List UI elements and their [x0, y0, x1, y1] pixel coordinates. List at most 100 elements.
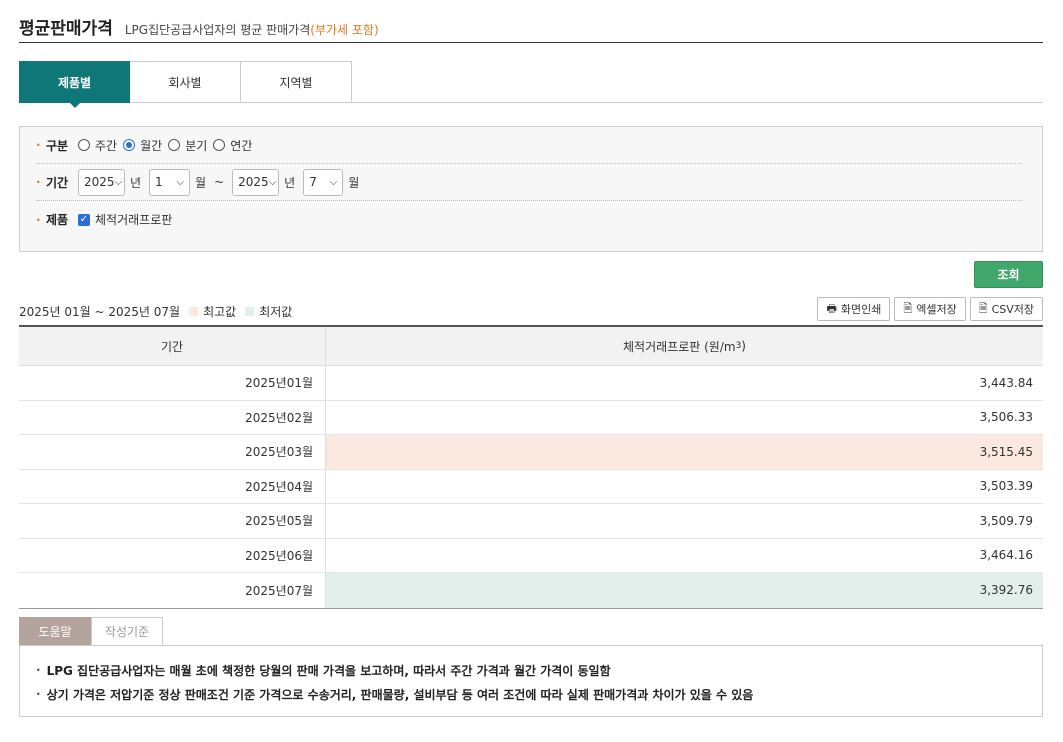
- category-tabs: 제품별 회사별 지역별: [19, 61, 1043, 108]
- help-line-text: LPG 집단공급사업자는 매월 초에 책정한 당월의 판매 가격을 보고하며, …: [46, 663, 611, 678]
- period-cell: 2025년05월: [19, 504, 326, 538]
- print-label: 화면인쇄: [840, 303, 882, 316]
- col-header-value: 체적거래프로판 (원/m 3): [326, 327, 1043, 365]
- legend-min-label: 최저값: [259, 305, 293, 319]
- table-body: 2025년01월 3,443.84 2025년02월 3,506.33 2025년03월…: [19, 366, 1043, 608]
- product-option-label[interactable]: 체적거래프로판: [95, 211, 172, 228]
- value-cell: 3,464.16: [979, 548, 1033, 563]
- file-icon: 🗎: [903, 301, 913, 315]
- chevron-down-icon: ⌵: [329, 176, 338, 188]
- value-cell: 3,443.84: [979, 375, 1033, 390]
- help-content: · LPG 집단공급사업자는 매월 초에 책정한 당월의 판매 가격을 보고하며,…: [19, 645, 1043, 717]
- filter-row-date-range: · 기간 2025 ⌵ 년 1 ⌵ 월 ~ 2025 ⌵ 년 7 ⌵ 월: [36, 164, 1022, 201]
- table-header: 기간 체적거래프로판 (원/m 3): [19, 327, 1043, 366]
- end-month-select[interactable]: 7 ⌵: [303, 168, 344, 196]
- bullet-icon: ·: [36, 138, 41, 152]
- radio-monthly[interactable]: 월간: [123, 137, 162, 154]
- col-header-period: 기간: [19, 327, 326, 365]
- csv-save-button[interactable]: 🗎 CSV저장: [969, 297, 1043, 321]
- radio-circle-icon[interactable]: [168, 139, 181, 151]
- radio-quarterly-label: 분기: [185, 138, 208, 153]
- max-legend-swatch: [189, 307, 199, 316]
- price-table: 기간 체적거래프로판 (원/m 3) 2025년01월 3,443.84 2025년0…: [19, 325, 1043, 609]
- help-line: · 상기 가격은 저압기준 정상 판매조건 기준 가격으로 수송거리, 판매물량,…: [36, 682, 1026, 706]
- page-header: 평균판매가격 LPG집단공급사업자의 평균 판매가격(부가세 포함): [19, 12, 1043, 43]
- radio-weekly-label: 주간: [95, 138, 118, 153]
- bullet-icon: ·: [36, 687, 41, 701]
- radio-circle-icon[interactable]: [78, 139, 90, 151]
- range-text: 2025년 01월 ~ 2025년 07월: [19, 305, 181, 319]
- start-month-select[interactable]: 1 ⌵: [149, 168, 191, 196]
- table-row: 2025년04월 3,503.39: [19, 469, 1043, 504]
- tab-help[interactable]: 도움말: [19, 617, 91, 646]
- tab-criteria[interactable]: 작성기준: [91, 617, 163, 646]
- result-summary: 2025년 01월 ~ 2025년 07월 최고값 최저값: [19, 303, 292, 320]
- page-subtitle: LPG집단공급사업자의 평균 판매가격(부가세 포함): [125, 21, 379, 38]
- tab-by-region[interactable]: 지역별: [241, 61, 352, 103]
- tab-by-product[interactable]: 제품별: [19, 61, 130, 108]
- period-type-label: 구분: [46, 138, 69, 153]
- end-year-value: 2025: [238, 175, 269, 189]
- table-row: 2025년02월 3,506.33: [19, 400, 1043, 435]
- bullet-icon: ·: [36, 175, 41, 189]
- value-cell: 3,503.39: [979, 479, 1033, 494]
- help-line-text: 상기 가격은 저압기준 정상 판매조건 기준 가격으로 수송거리, 판매물량, …: [46, 687, 754, 702]
- value-cell: 3,515.45: [326, 435, 1043, 469]
- print-button[interactable]: 🖶 화면인쇄: [817, 297, 891, 321]
- help-line: · LPG 집단공급사업자는 매월 초에 책정한 당월의 판매 가격을 보고하며,…: [36, 658, 1026, 682]
- bullet-icon: ·: [36, 212, 41, 227]
- file-icon: 🗎: [978, 301, 988, 315]
- bullet-icon: ·: [36, 663, 41, 677]
- filter-row-period-type: · 구분 주간 월간 분기 연간: [36, 127, 1022, 164]
- vat-note: (부가세 포함): [310, 23, 379, 37]
- radio-yearly[interactable]: 연간: [213, 137, 252, 154]
- range-separator: ~: [214, 175, 225, 189]
- col-value-close: ): [741, 339, 746, 353]
- start-year-select[interactable]: 2025 ⌵: [78, 168, 125, 196]
- year-unit: 년: [130, 175, 142, 190]
- radio-monthly-label: 월간: [140, 138, 163, 153]
- month-unit: 월: [348, 175, 360, 190]
- table-row: 2025년03월 3,515.45: [19, 435, 1043, 470]
- radio-checked-icon[interactable]: [123, 139, 136, 151]
- csv-label: CSV저장: [991, 303, 1034, 316]
- filter-panel: · 구분 주간 월간 분기 연간 · 기간 2025 ⌵ 년 1 ⌵ 월 ~ 202…: [19, 126, 1043, 252]
- start-year-value: 2025: [84, 175, 115, 189]
- filter-row-product: · 제품 ✓ 체적거래프로판: [36, 201, 1022, 238]
- search-button[interactable]: 조회: [974, 261, 1043, 288]
- value-cell: 3,509.79: [979, 513, 1033, 528]
- page-title: 평균판매가격: [19, 19, 113, 39]
- table-row: 2025년07월 3,392.76: [19, 573, 1043, 608]
- value-cell: 3,506.33: [979, 410, 1033, 425]
- table-row: 2025년05월 3,509.79: [19, 504, 1043, 539]
- chevron-down-icon: ⌵: [176, 176, 185, 188]
- col-value-text: 체적거래프로판 (원/m: [623, 339, 736, 354]
- end-year-select[interactable]: 2025 ⌵: [232, 168, 280, 196]
- excel-label: 엑셀저장: [916, 303, 957, 316]
- table-row: 2025년01월 3,443.84: [19, 366, 1043, 401]
- table-row: 2025년06월 3,464.16: [19, 538, 1043, 573]
- help-tabs: 도움말 작성기준: [19, 617, 163, 646]
- period-cell: 2025년01월: [19, 366, 326, 400]
- value-cell: 3,392.76: [326, 573, 1043, 608]
- checkbox-checked-icon[interactable]: ✓: [78, 213, 90, 226]
- end-month-value: 7: [309, 175, 317, 189]
- radio-circle-icon[interactable]: [213, 139, 226, 151]
- min-legend-swatch: [245, 307, 255, 316]
- period-cell: 2025년02월: [19, 400, 326, 434]
- tab-by-company[interactable]: 회사별: [130, 61, 241, 103]
- period-cell: 2025년04월: [19, 469, 326, 503]
- year-unit: 년: [284, 175, 296, 190]
- radio-weekly[interactable]: 주간: [78, 137, 117, 154]
- period-cell: 2025년03월: [19, 435, 326, 469]
- start-month-value: 1: [155, 175, 163, 189]
- period-cell: 2025년06월: [19, 538, 326, 572]
- excel-save-button[interactable]: 🗎 엑셀저장: [894, 297, 966, 321]
- action-buttons: 🖶 화면인쇄 🗎 엑셀저장 🗎 CSV저장: [813, 297, 1043, 321]
- period-cell: 2025년07월: [19, 573, 326, 608]
- month-unit: 월: [195, 175, 207, 190]
- printer-icon: 🖶: [826, 301, 837, 315]
- chevron-down-icon: ⌵: [114, 176, 123, 188]
- radio-yearly-label: 연간: [230, 138, 253, 153]
- radio-quarterly[interactable]: 분기: [168, 137, 207, 154]
